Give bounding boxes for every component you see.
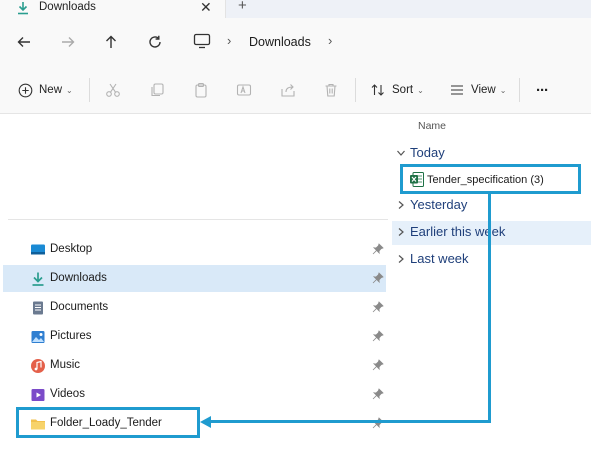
rename-button[interactable] <box>236 79 252 101</box>
arrow-right-icon <box>62 37 75 47</box>
cut-button[interactable] <box>105 79 121 101</box>
sidebar-item-pictures[interactable]: Pictures <box>3 323 386 350</box>
chevron-down-icon: ⌄ <box>66 85 73 95</box>
group-label: Today <box>410 145 445 160</box>
group-label: Earlier this week <box>410 224 506 239</box>
back-button[interactable] <box>14 32 34 52</box>
pin-icon[interactable] <box>372 330 384 342</box>
sidebar-item-label: Downloads <box>50 272 107 284</box>
desktop-icon <box>31 244 45 255</box>
drag-path-vertical <box>488 193 491 423</box>
chevron-down-icon <box>397 150 405 156</box>
video-icon <box>31 389 45 401</box>
sidebar-item-videos[interactable]: Videos <box>3 381 386 408</box>
tab-title: Downloads <box>39 1 96 13</box>
chevron-right-icon <box>398 201 404 209</box>
pin-icon[interactable] <box>372 359 384 371</box>
file-highlight-box <box>400 164 581 194</box>
refresh-button[interactable] <box>145 32 165 52</box>
command-bar: New ⌄ Sort ⌄ View ⌄ ··· <box>0 66 591 114</box>
more-options-button[interactable]: ··· <box>536 79 549 101</box>
breadcrumb-separator[interactable]: › <box>328 33 332 48</box>
group-yesterday[interactable]: Yesterday <box>392 194 591 218</box>
sidebar-item-label: Desktop <box>50 243 93 255</box>
music-icon <box>31 359 45 373</box>
share-button[interactable] <box>280 79 296 101</box>
scissors-icon <box>106 83 120 97</box>
arrow-up-icon <box>106 35 116 48</box>
view-label: View <box>471 84 496 96</box>
group-last-week[interactable]: Last week <box>392 248 591 272</box>
download-icon <box>32 272 44 286</box>
nav-divider <box>8 219 388 220</box>
pin-icon[interactable] <box>372 388 384 400</box>
sort-icon <box>371 84 384 96</box>
group-label: Last week <box>410 251 469 266</box>
drag-path-horizontal <box>210 420 491 423</box>
forward-button[interactable] <box>58 32 78 52</box>
download-icon <box>18 2 28 15</box>
delete-button[interactable] <box>323 79 339 101</box>
view-list-icon <box>451 85 463 95</box>
plus-circle-icon <box>18 83 33 97</box>
document-icon <box>33 301 43 315</box>
share-icon <box>281 84 295 97</box>
group-label: Yesterday <box>410 197 468 212</box>
sidebar-item-label: Music <box>50 359 81 371</box>
pin-icon[interactable] <box>372 301 384 313</box>
tab-strip: Downloads ✕ + <box>0 0 591 18</box>
new-label: New <box>39 84 63 96</box>
pin-icon[interactable] <box>372 243 384 255</box>
picture-icon <box>31 331 45 343</box>
tab-downloads[interactable]: Downloads ✕ <box>0 0 226 18</box>
sidebar-item-downloads[interactable]: Downloads <box>3 265 386 292</box>
sidebar-item-label: Pictures <box>50 330 92 342</box>
refresh-icon <box>149 35 161 48</box>
navigation-pane: Desktop Downloads Documents Pictures Mus… <box>0 114 388 457</box>
address-bar-row: › Downloads › <box>0 18 591 66</box>
close-tab-button[interactable]: ✕ <box>200 0 212 16</box>
rename-icon <box>236 84 252 96</box>
copy-button[interactable] <box>149 79 165 101</box>
pin-icon[interactable] <box>372 417 384 429</box>
toolbar-divider <box>519 78 520 102</box>
group-today[interactable]: Today <box>392 142 591 166</box>
clipboard-icon <box>195 82 207 98</box>
group-earlier-this-week[interactable]: Earlier this week <box>392 221 591 245</box>
new-tab-button[interactable]: + <box>238 0 247 14</box>
toolbar-divider <box>89 78 90 102</box>
paste-button[interactable] <box>193 79 209 101</box>
sidebar-item-music[interactable]: Music <box>3 352 386 379</box>
folder-highlight-box <box>16 407 200 438</box>
up-button[interactable] <box>101 32 121 52</box>
arrow-left-icon <box>200 415 211 428</box>
arrow-left-icon <box>17 37 30 47</box>
sidebar-item-documents[interactable]: Documents <box>3 294 386 321</box>
chevron-down-icon: ⌄ <box>417 85 424 95</box>
breadcrumb-separator: › <box>227 33 232 48</box>
chevron-down-icon: ⌄ <box>499 85 507 95</box>
sidebar-item-desktop[interactable]: Desktop <box>3 236 386 263</box>
chevron-right-icon <box>398 255 404 263</box>
sidebar-item-label: Videos <box>50 388 85 400</box>
toolbar-divider <box>355 78 356 102</box>
trash-icon <box>325 83 337 97</box>
pin-icon[interactable] <box>372 272 384 284</box>
column-header-name[interactable]: Name <box>418 120 446 132</box>
copy-icon <box>151 83 164 97</box>
sidebar-item-label: Documents <box>50 301 109 313</box>
breadcrumb-downloads[interactable]: Downloads <box>249 35 311 49</box>
new-button[interactable]: New ⌄ <box>18 79 73 101</box>
monitor-icon[interactable] <box>193 33 211 49</box>
view-button[interactable]: View ⌄ <box>449 79 506 101</box>
sort-label: Sort <box>392 84 414 96</box>
chevron-right-icon <box>398 228 404 236</box>
sort-button[interactable]: Sort ⌄ <box>370 79 424 101</box>
